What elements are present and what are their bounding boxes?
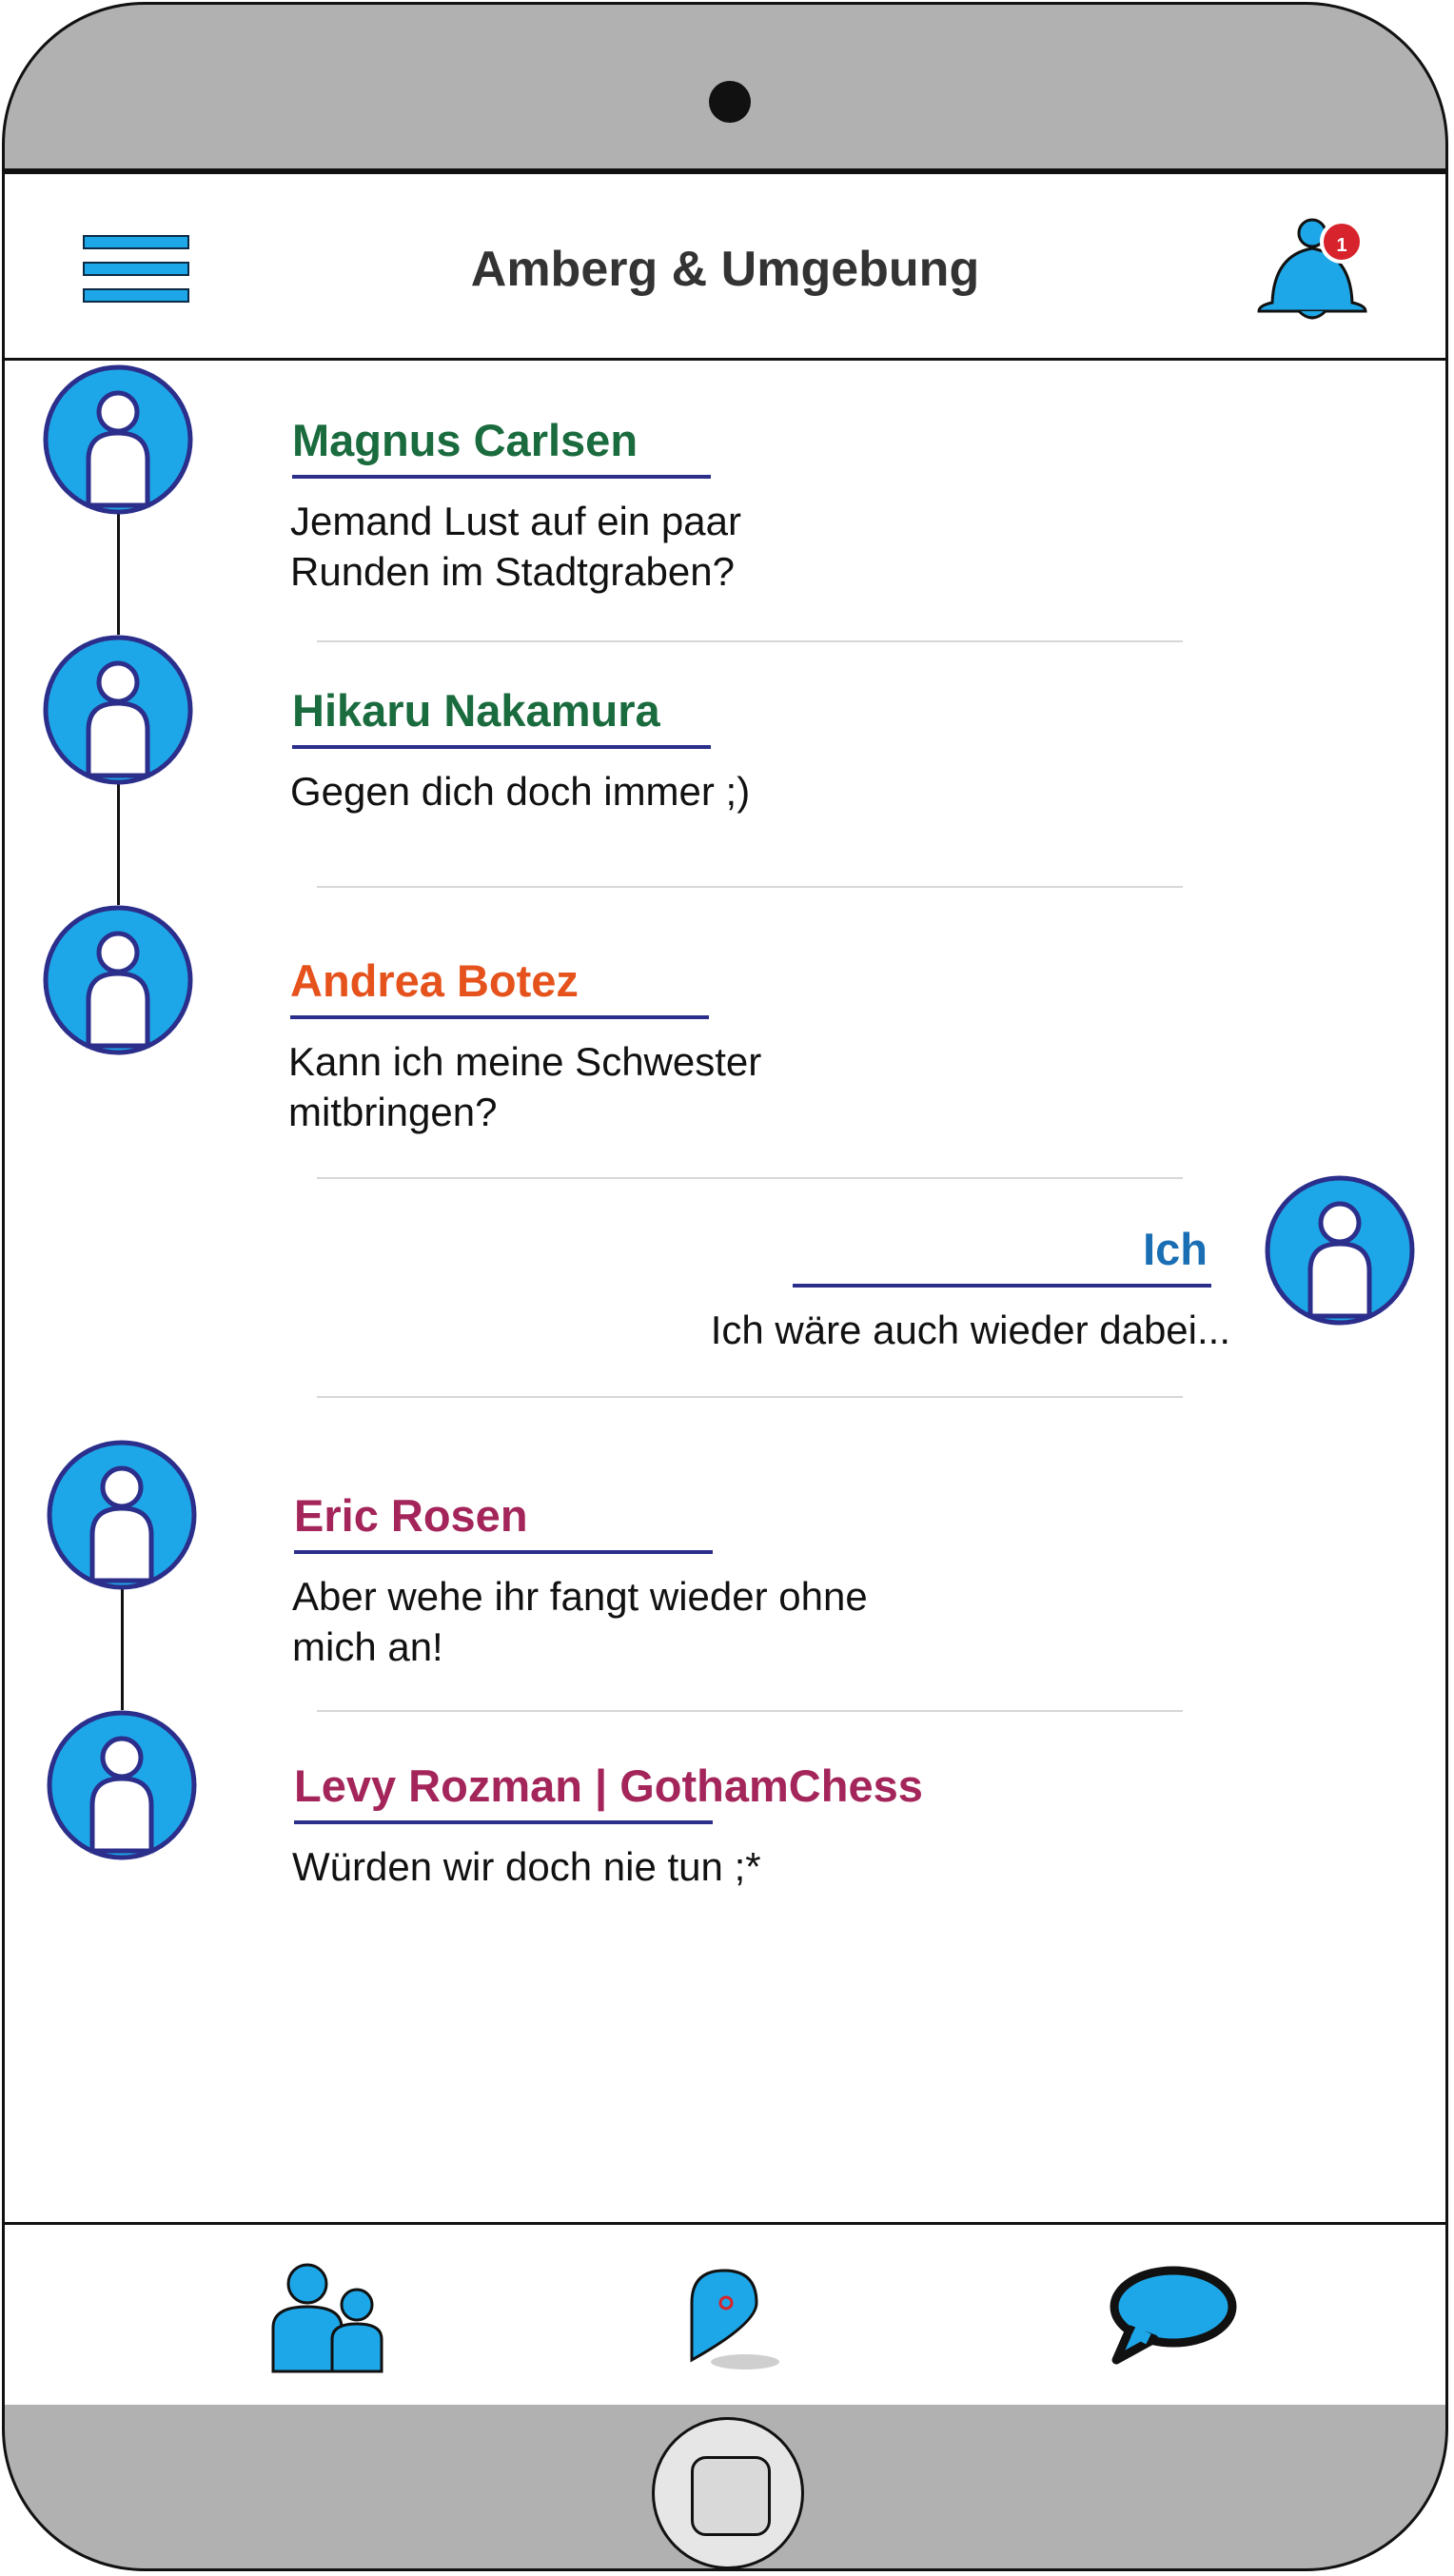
avatar[interactable] <box>43 905 193 1055</box>
bottom-tab-bar <box>5 2222 1445 2405</box>
thread-connector <box>117 511 120 635</box>
sender-name: Andrea Botez <box>290 955 579 1006</box>
avatar[interactable] <box>43 635 193 785</box>
message-text: Ich wäre auch wieder dabei... <box>711 1305 1230 1355</box>
camera-icon <box>709 81 751 123</box>
tab-people[interactable] <box>269 2263 389 2378</box>
thread-connector <box>117 781 120 905</box>
sender-name: Eric Rosen <box>294 1490 528 1541</box>
notification-button[interactable]: 1 <box>1251 212 1375 326</box>
message-line: mitbringen? <box>288 1090 498 1134</box>
user-icon <box>43 905 193 1055</box>
app-screen: Amberg & Umgebung 1 Magnus Carlsen Jeman… <box>5 168 1445 2405</box>
top-bar: Amberg & Umgebung 1 <box>5 174 1445 361</box>
message-line: Jemand Lust auf ein paar <box>290 499 741 543</box>
home-button[interactable] <box>652 2417 804 2568</box>
user-icon <box>47 1710 197 1860</box>
thread-connector <box>121 1586 124 1710</box>
name-underline <box>294 1550 713 1554</box>
message-line: Würden wir doch nie tun ;* <box>292 1844 761 1889</box>
home-square-icon <box>691 2456 771 2536</box>
sender-name: Ich <box>1143 1224 1208 1274</box>
divider <box>317 640 1183 642</box>
message-line: Kann ich meine Schwester <box>288 1039 762 1084</box>
avatar[interactable] <box>1265 1175 1415 1326</box>
notification-badge: 1 <box>1320 220 1364 264</box>
message-text: Aber wehe ihr fangt wieder ohne mich an! <box>292 1571 868 1672</box>
name-underline <box>290 1015 709 1019</box>
sender-name: Magnus Carlsen <box>292 415 639 465</box>
phone-frame: Amberg & Umgebung 1 Magnus Carlsen Jeman… <box>2 2 1448 2571</box>
divider <box>317 1396 1183 1398</box>
tab-chat[interactable] <box>1101 2263 1240 2374</box>
message-line: mich an! <box>292 1624 443 1669</box>
message-line: Aber wehe ihr fangt wieder ohne <box>292 1574 868 1619</box>
divider <box>317 1177 1183 1179</box>
message-text: Gegen dich doch immer ;) <box>290 766 750 816</box>
message-line: Runden im Stadtgraben? <box>290 549 735 594</box>
divider <box>317 886 1183 888</box>
message-feed: Magnus Carlsen Jemand Lust auf ein paar … <box>5 361 1445 2226</box>
user-icon <box>43 635 193 785</box>
name-underline <box>292 475 711 479</box>
divider <box>317 1710 1183 1712</box>
sender-name: Levy Rozman | GothamChess <box>294 1760 923 1811</box>
user-icon <box>1265 1175 1415 1326</box>
users-icon <box>271 2263 383 2373</box>
user-icon <box>47 1440 197 1590</box>
user-icon <box>43 364 193 515</box>
message-line: Ich wäre auch wieder dabei... <box>710 1308 1230 1352</box>
avatar[interactable] <box>47 1440 197 1590</box>
name-underline <box>793 1284 1211 1288</box>
map-pin-icon <box>690 2269 779 2370</box>
name-underline <box>294 1820 713 1824</box>
sender-name: Hikaru Nakamura <box>292 685 660 736</box>
tab-map[interactable] <box>686 2265 791 2376</box>
message-line: Gegen dich doch immer ;) <box>290 769 751 814</box>
chat-bubble-icon <box>1110 2266 1237 2365</box>
message-text: Kann ich meine Schwester mitbringen? <box>288 1036 761 1137</box>
avatar[interactable] <box>43 364 193 515</box>
page-title: Amberg & Umgebung <box>470 242 980 297</box>
name-underline <box>292 745 711 749</box>
message-text: Würden wir doch nie tun ;* <box>292 1841 761 1892</box>
message-text: Jemand Lust auf ein paar Runden im Stadt… <box>290 496 741 597</box>
avatar[interactable] <box>47 1710 197 1860</box>
